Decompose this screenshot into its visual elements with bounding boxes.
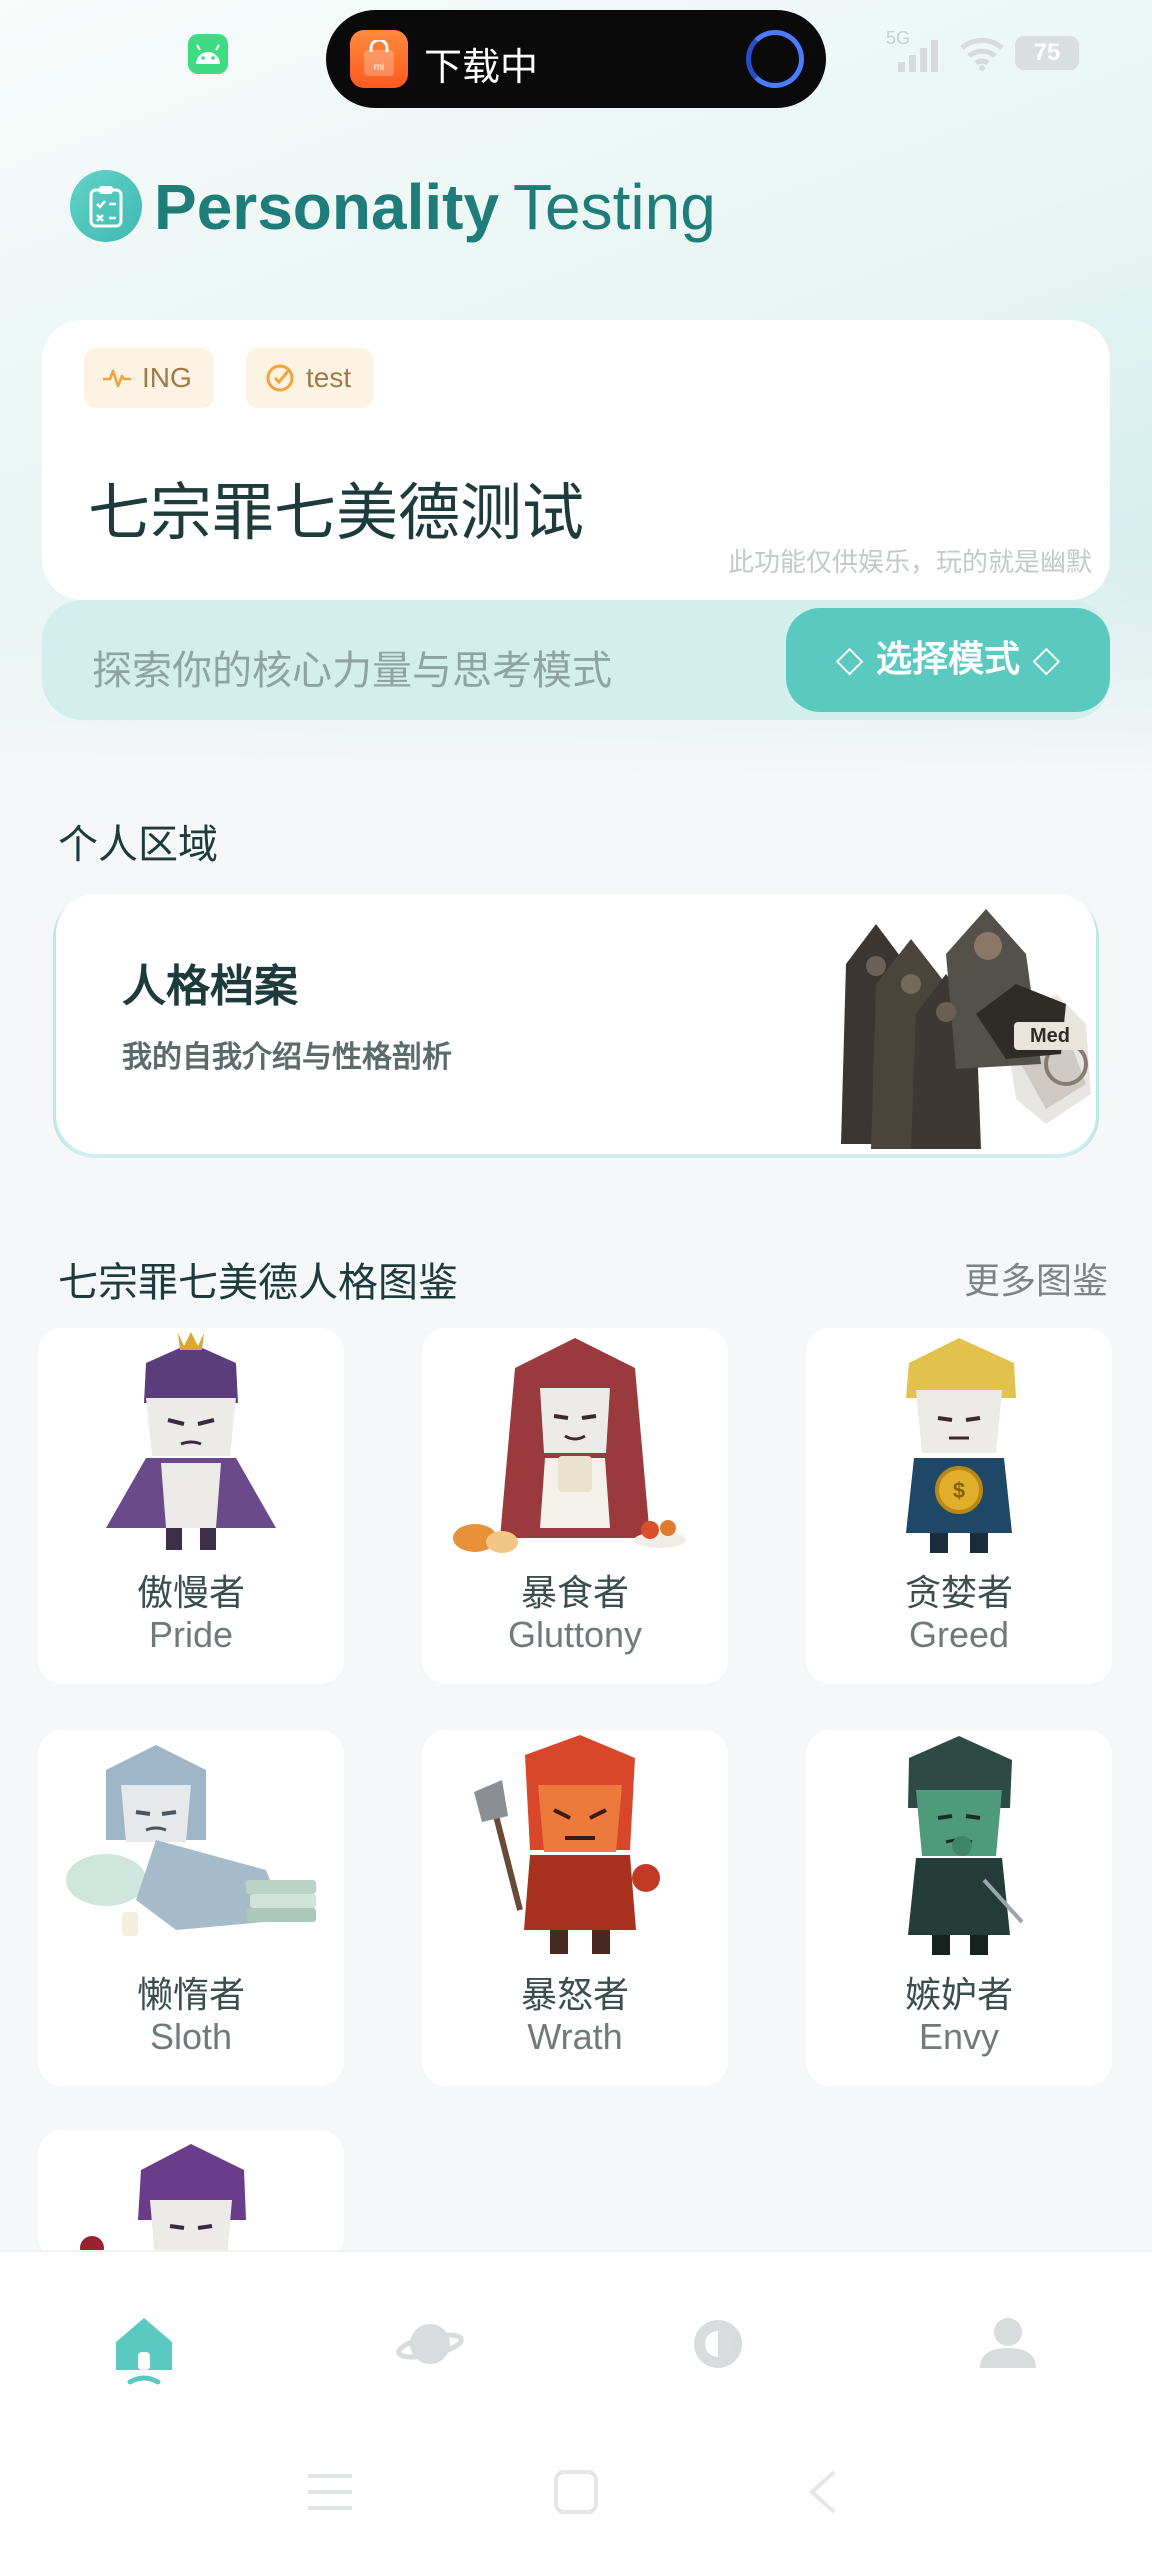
personality-profile-card[interactable]: 人格档案 我的自我介绍与性格剖析 Med: [56, 894, 1096, 1154]
gallery-section-title: 七宗罪七美德人格图鉴: [58, 1260, 458, 1306]
home-icon: [116, 2318, 172, 2385]
character-card-partial[interactable]: [38, 2130, 344, 2260]
more-gallery-link[interactable]: 更多图鉴: [964, 1252, 1108, 1304]
tag-ing-label: ING: [142, 362, 192, 393]
progress-ring-icon: [746, 30, 804, 88]
signal-icon: [898, 40, 938, 72]
character-card-greed[interactable]: $ 贪婪者 Greed: [806, 1328, 1112, 1684]
character-card-envy[interactable]: 嫉妒者 Envy: [806, 1730, 1112, 2086]
character-name-cn: 懒惰者: [136, 1975, 245, 2016]
shopping-bag-icon: mi: [350, 30, 408, 88]
app-title: Personality Testing: [154, 170, 716, 244]
system-navigation-bar: [308, 2470, 836, 2514]
personal-section-title: 个人区域: [58, 822, 218, 868]
character-name-en: Envy: [918, 2016, 1000, 2057]
character-name-en: Gluttony: [507, 1614, 643, 1655]
svg-text:mi: mi: [374, 62, 385, 73]
tag-test: test: [246, 348, 374, 408]
character-name-en: Greed: [908, 1614, 1010, 1655]
greed-character-icon: $: [906, 1338, 1016, 1553]
test-card[interactable]: ING test 七宗罪七美德测试 此功能仅供娱乐，玩的就是幽默: [42, 320, 1110, 600]
contrast-icon: [694, 2320, 742, 2368]
nav-explore[interactable]: [394, 2312, 466, 2392]
status-bar: mi 下载中 5G 75: [0, 0, 1152, 110]
pulse-icon: [103, 369, 131, 387]
character-name-cn: 嫉妒者: [904, 1975, 1013, 2016]
character-name-en: Wrath: [527, 2016, 623, 2057]
nav-profile[interactable]: [972, 2312, 1044, 2392]
envy-character-icon: [908, 1736, 1024, 1955]
character-name-cn: 暴怒者: [520, 1975, 629, 2016]
home-square-icon: [554, 2470, 598, 2514]
test-title: 七宗罪七美德测试: [88, 476, 585, 549]
nav-home[interactable]: [108, 2312, 180, 2392]
tag-test-label: test: [306, 362, 352, 393]
character-name-cn: 贪婪者: [904, 1573, 1013, 1614]
battery-indicator: 75: [1015, 36, 1079, 70]
search-placeholder: 探索你的核心力量与思考模式: [92, 648, 612, 694]
character-name-cn: 暴食者: [520, 1573, 629, 1614]
back-icon: [809, 2470, 836, 2514]
character-card-sloth[interactable]: 懒惰者 Sloth: [38, 1730, 344, 2086]
app-title-word1: Personality: [154, 171, 500, 243]
nav-test[interactable]: [682, 2312, 754, 2392]
svg-text:Med: Med: [1030, 1025, 1070, 1047]
character-card-wrath[interactable]: 暴怒者 Wrath: [422, 1730, 728, 2086]
lust-character-icon: [80, 2144, 246, 2260]
wifi-icon: [960, 37, 1004, 71]
bottom-navigation: [0, 2250, 1152, 2560]
character-name-cn: 傲慢者: [136, 1573, 245, 1614]
hooded-figures-illustration: Med: [816, 894, 1096, 1154]
search-bar[interactable]: 探索你的核心力量与思考模式 ◇ 选择模式 ◇: [42, 600, 1110, 720]
gluttony-character-icon: [453, 1338, 686, 1553]
tag-ing: ING: [84, 348, 214, 408]
character-name-en: Sloth: [149, 2016, 233, 2057]
target-check-icon: [266, 364, 294, 392]
character-card-gluttony[interactable]: 暴食者 Gluttony: [422, 1328, 728, 1684]
profile-card-title: 人格档案: [122, 961, 298, 1012]
wrath-character-icon: [474, 1735, 660, 1954]
download-island[interactable]: mi 下载中: [326, 10, 826, 108]
svg-text:$: $: [953, 1478, 965, 1503]
sloth-character-icon: [66, 1745, 316, 1936]
status-indicators: 5G 75: [880, 28, 1100, 78]
disclaimer-text: 此功能仅供娱乐，玩的就是幽默: [727, 548, 1092, 578]
android-icon: [188, 34, 228, 74]
select-mode-button[interactable]: ◇ 选择模式 ◇: [786, 608, 1110, 712]
app-title-word2: Testing: [513, 171, 716, 243]
planet-icon: [396, 2324, 464, 2364]
download-label: 下载中: [424, 45, 539, 89]
profile-card-subtitle: 我的自我介绍与性格剖析: [122, 1040, 452, 1075]
character-name-en: Pride: [148, 1614, 234, 1655]
character-card-pride[interactable]: 傲慢者 Pride: [38, 1328, 344, 1684]
pride-character-icon: [106, 1332, 276, 1550]
clipboard-check-icon: [70, 170, 142, 242]
user-icon: [980, 2318, 1036, 2368]
menu-icon: [308, 2474, 352, 2510]
